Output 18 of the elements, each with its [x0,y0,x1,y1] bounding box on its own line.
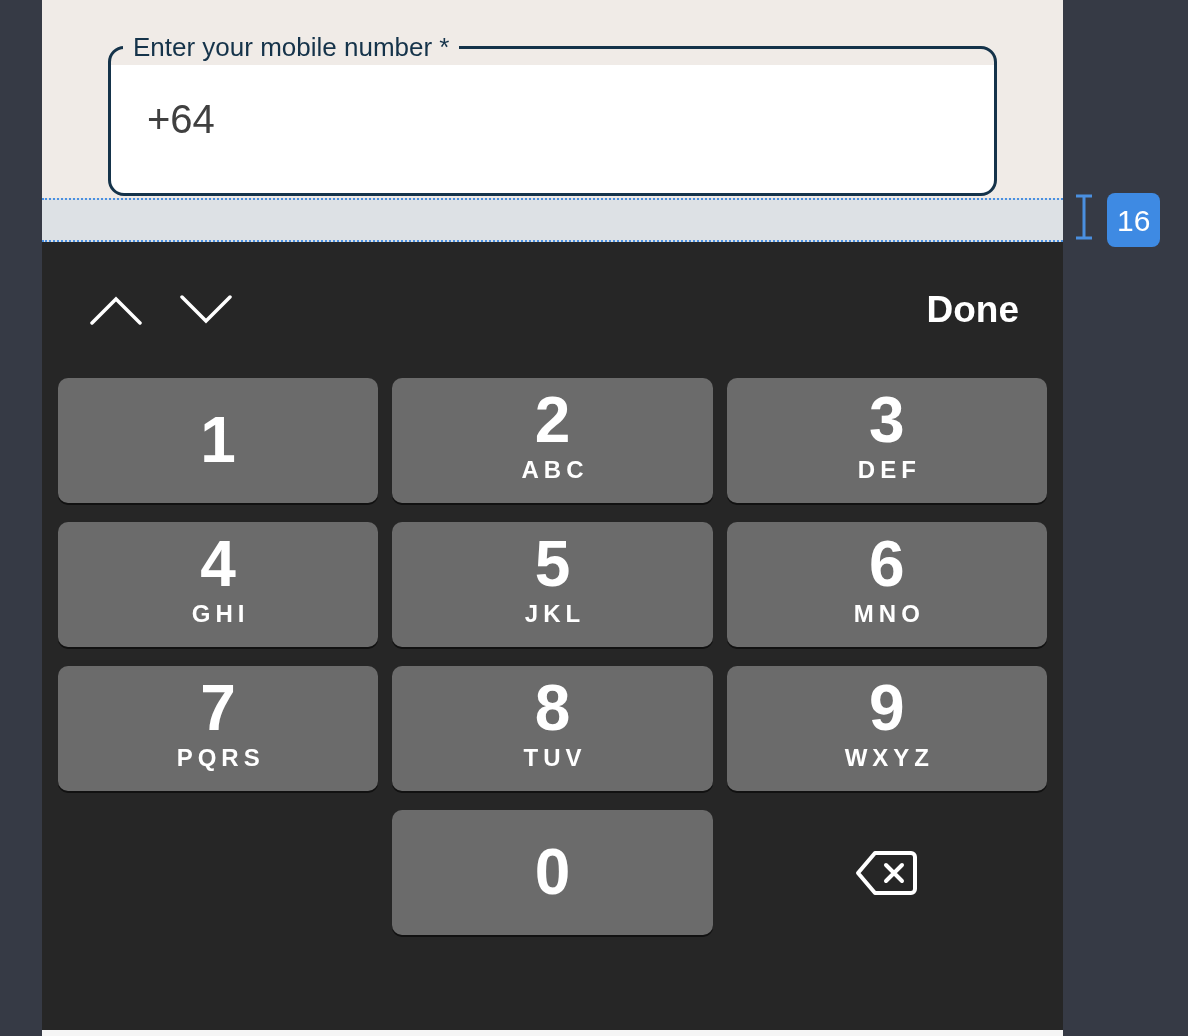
keypad-key[interactable]: 0 [392,810,713,935]
chevron-up-icon[interactable] [90,295,142,325]
field-value: +64 [147,97,215,141]
keypad-key[interactable]: 4 GHI [58,522,379,647]
keypad-key[interactable]: 8 TUV [392,666,713,791]
spacing-bracket-icon [1075,193,1093,241]
keypad-key[interactable]: 7 PQRS [58,666,379,791]
keypad-key[interactable]: 1 [58,378,379,503]
keypad-key[interactable]: 6 MNO [726,522,1047,647]
keypad-key[interactable]: 3 DEF [726,378,1047,503]
spacing-value-badge: 16 [1107,193,1161,247]
backspace-icon [854,848,919,897]
keypad-key[interactable]: 5 JKL [392,522,713,647]
done-button[interactable]: Done [926,282,1019,338]
chevron-down-icon[interactable] [180,295,232,325]
field-label: Enter your mobile number * [132,31,451,63]
keypad-key[interactable]: 2 ABC [392,378,713,503]
keypad-key[interactable]: 9 WXYZ [726,666,1047,791]
